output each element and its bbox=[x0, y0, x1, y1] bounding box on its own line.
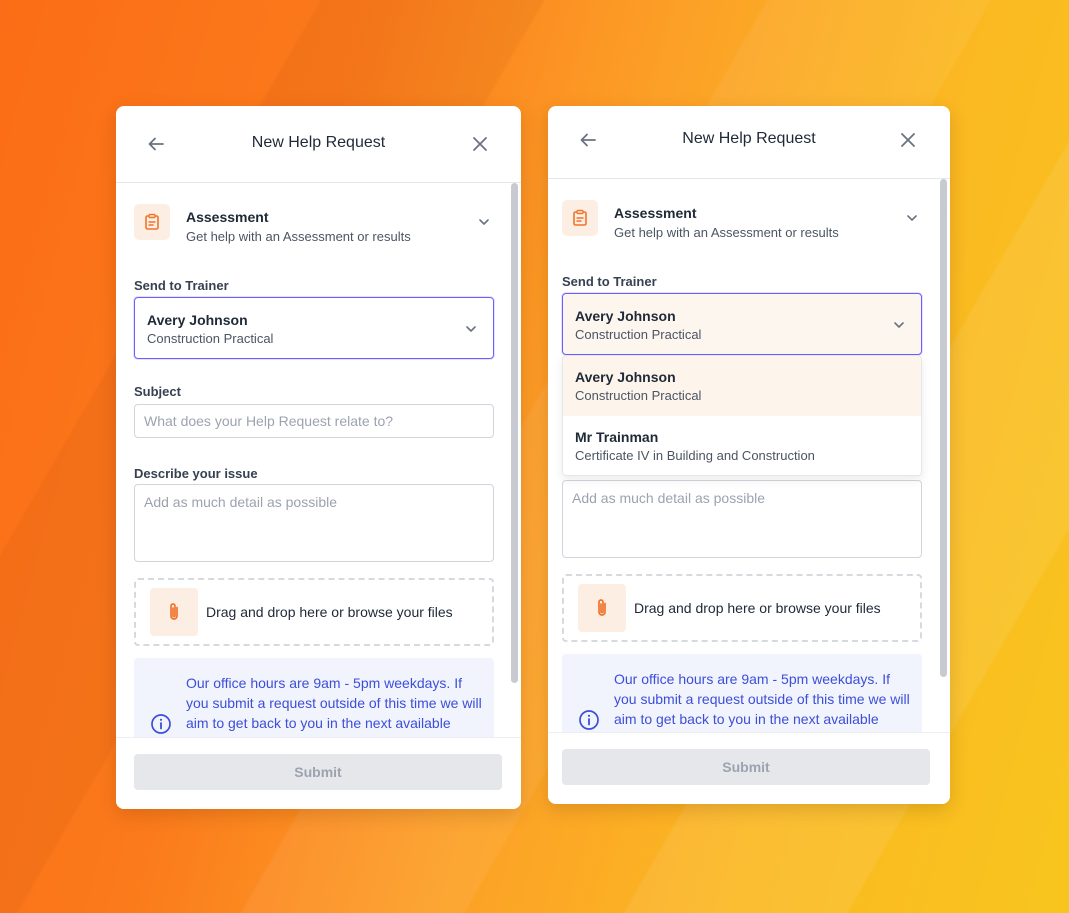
paperclip-icon bbox=[150, 588, 198, 636]
close-icon bbox=[473, 137, 487, 151]
scrollbar[interactable] bbox=[939, 179, 947, 732]
close-button[interactable] bbox=[468, 132, 492, 156]
panel-header: New Help Request bbox=[548, 106, 950, 179]
info-circle-icon bbox=[579, 710, 599, 730]
trainer-option-name: Avery Johnson bbox=[575, 369, 676, 385]
form-scroll-area[interactable]: Assessment Get help with an Assessment o… bbox=[116, 183, 521, 737]
office-hours-info: Our office hours are 9am - 5pm weekdays.… bbox=[134, 658, 494, 737]
scrollbar-thumb[interactable] bbox=[511, 183, 518, 683]
subject-input[interactable]: What does your Help Request relate to? bbox=[134, 404, 494, 438]
panel-footer: Submit bbox=[548, 732, 950, 804]
dropzone-text: Drag and drop here or browse your files bbox=[206, 604, 453, 620]
selected-trainer-course: Construction Practical bbox=[575, 327, 702, 342]
submit-button[interactable]: Submit bbox=[134, 754, 502, 790]
clipboard-icon bbox=[134, 204, 170, 240]
selected-trainer-course: Construction Practical bbox=[147, 331, 274, 346]
trainer-dropdown-menu: Avery Johnson Construction Practical Mr … bbox=[562, 355, 922, 476]
chevron-down-icon bbox=[479, 219, 489, 225]
scrollbar[interactable] bbox=[510, 183, 518, 737]
paperclip-icon bbox=[578, 584, 626, 632]
category-subtitle: Get help with an Assessment or results bbox=[186, 229, 411, 244]
selected-trainer-name: Avery Johnson bbox=[575, 308, 676, 324]
page-title: New Help Request bbox=[682, 130, 816, 147]
office-hours-text: Our office hours are 9am - 5pm weekdays.… bbox=[186, 675, 482, 737]
selected-trainer-name: Avery Johnson bbox=[147, 312, 248, 328]
trainer-option-course: Construction Practical bbox=[575, 388, 702, 403]
issue-textarea[interactable]: Add as much detail as possible bbox=[134, 484, 494, 562]
trainer-select[interactable]: Avery Johnson Construction Practical bbox=[562, 293, 922, 355]
page-title: New Help Request bbox=[251, 134, 386, 151]
trainer-option-course: Certificate IV in Building and Construct… bbox=[575, 448, 815, 463]
file-dropzone[interactable]: Drag and drop here or browse your files bbox=[562, 574, 922, 642]
scrollbar-thumb[interactable] bbox=[940, 179, 947, 677]
send-to-trainer-label: Send to Trainer bbox=[562, 274, 657, 289]
subject-label: Subject bbox=[134, 384, 181, 399]
chevron-down-icon bbox=[894, 322, 904, 328]
chevron-down-icon bbox=[907, 215, 917, 221]
help-request-panel-closed: New Help Request Assessment Get help wit… bbox=[116, 106, 521, 809]
send-to-trainer-label: Send to Trainer bbox=[134, 278, 229, 293]
category-title: Assessment bbox=[186, 209, 269, 225]
category-selector[interactable]: Assessment Get help with an Assessment o… bbox=[134, 204, 494, 254]
panel-footer: Submit bbox=[116, 737, 521, 809]
help-request-panel-open: New Help Request Assessment Get help wit… bbox=[548, 106, 950, 804]
info-circle-icon bbox=[151, 714, 171, 734]
issue-textarea[interactable]: Add as much detail as possible bbox=[562, 480, 922, 558]
chevron-down-icon bbox=[466, 326, 476, 332]
trainer-option-name: Mr Trainman bbox=[575, 429, 659, 445]
file-dropzone[interactable]: Drag and drop here or browse your files bbox=[134, 578, 494, 646]
category-subtitle: Get help with an Assessment or results bbox=[614, 225, 839, 240]
panel-header: New Help Request bbox=[116, 106, 521, 183]
category-title: Assessment bbox=[614, 205, 697, 221]
trainer-option[interactable]: Avery Johnson Construction Practical bbox=[563, 356, 921, 416]
close-icon bbox=[901, 133, 915, 147]
category-selector[interactable]: Assessment Get help with an Assessment o… bbox=[562, 200, 922, 250]
trainer-select[interactable]: Avery Johnson Construction Practical bbox=[134, 297, 494, 359]
clipboard-icon bbox=[562, 200, 598, 236]
describe-issue-label: Describe your issue bbox=[134, 466, 258, 481]
submit-button[interactable]: Submit bbox=[562, 749, 930, 785]
office-hours-text: Our office hours are 9am - 5pm weekdays.… bbox=[614, 671, 910, 732]
office-hours-info: Our office hours are 9am - 5pm weekdays.… bbox=[562, 654, 922, 732]
dropzone-text: Drag and drop here or browse your files bbox=[634, 600, 881, 616]
trainer-option[interactable]: Mr Trainman Certificate IV in Building a… bbox=[563, 416, 921, 475]
form-scroll-area[interactable]: Assessment Get help with an Assessment o… bbox=[548, 179, 950, 732]
close-button[interactable] bbox=[896, 128, 920, 152]
